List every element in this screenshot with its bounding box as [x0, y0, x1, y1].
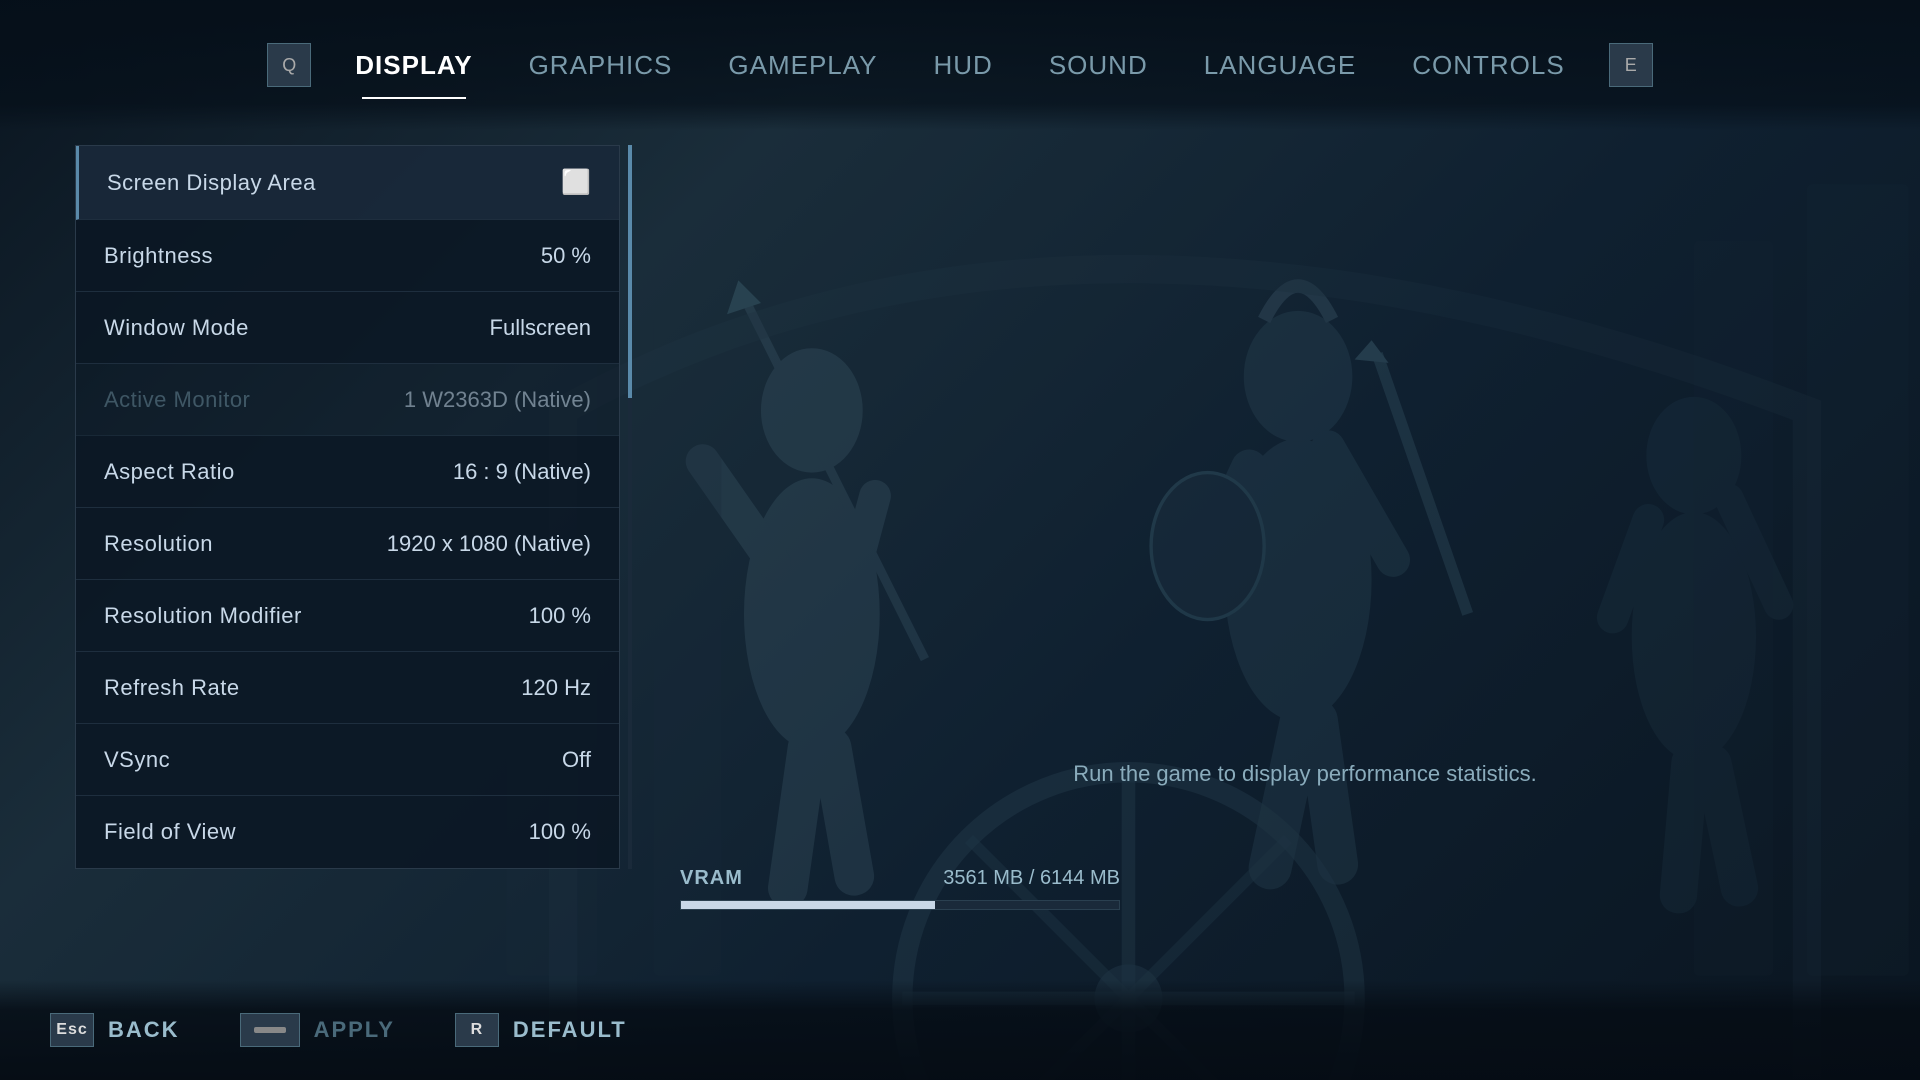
- default-button[interactable]: R DEFAULT: [455, 1013, 627, 1047]
- vram-header: VRAM 3561 MB / 6144 MB: [680, 867, 1120, 890]
- scrollbar-track[interactable]: [628, 145, 632, 869]
- setting-resolution-modifier[interactable]: Resolution Modifier 100 %: [76, 580, 619, 652]
- tab-hud[interactable]: HUD: [906, 38, 1021, 93]
- top-navigation: Q Display Graphics Gameplay HUD Sound La…: [0, 0, 1920, 130]
- back-button[interactable]: Esc BACK: [50, 1013, 180, 1047]
- setting-active-monitor: Active Monitor 1 W2363D (Native): [76, 364, 619, 436]
- back-key: Esc: [50, 1013, 94, 1047]
- default-key: R: [455, 1013, 499, 1047]
- tab-graphics[interactable]: Graphics: [501, 38, 701, 93]
- display-area-icon: ⬜: [561, 168, 591, 197]
- back-label: BACK: [108, 1017, 180, 1043]
- settings-list: Screen Display Area ⬜ Brightness 50 % Wi…: [75, 145, 620, 869]
- vram-bar-track: [680, 900, 1120, 910]
- setting-aspect-ratio[interactable]: Aspect Ratio 16 : 9 (Native): [76, 436, 619, 508]
- tab-display[interactable]: Display: [327, 38, 500, 93]
- tab-language[interactable]: Language: [1176, 38, 1385, 93]
- scrollbar-thumb: [628, 145, 632, 398]
- vram-value: 3561 MB / 6144 MB: [943, 867, 1120, 890]
- vram-container: VRAM 3561 MB / 6144 MB: [680, 867, 1120, 910]
- apply-label: APPLY: [314, 1017, 395, 1043]
- vram-bar-fill: [681, 901, 935, 909]
- setting-brightness[interactable]: Brightness 50 %: [76, 220, 619, 292]
- tab-gameplay[interactable]: Gameplay: [700, 38, 905, 93]
- setting-resolution[interactable]: Resolution 1920 x 1080 (Native): [76, 508, 619, 580]
- apply-key: [240, 1013, 300, 1047]
- tab-controls[interactable]: Controls: [1384, 38, 1592, 93]
- setting-field-of-view[interactable]: Field of View 100 %: [76, 796, 619, 868]
- nav-left-bracket[interactable]: Q: [267, 43, 311, 87]
- right-panel: Run the game to display performance stat…: [650, 145, 1880, 980]
- tab-sound[interactable]: Sound: [1021, 38, 1176, 93]
- apply-button[interactable]: APPLY: [240, 1013, 395, 1047]
- nav-right-bracket[interactable]: E: [1609, 43, 1653, 87]
- setting-vsync[interactable]: VSync Off: [76, 724, 619, 796]
- bottom-bar: Esc BACK APPLY R DEFAULT: [0, 980, 1920, 1080]
- settings-panel: Screen Display Area ⬜ Brightness 50 % Wi…: [75, 145, 620, 869]
- default-label: DEFAULT: [513, 1017, 627, 1043]
- vram-label: VRAM: [680, 867, 743, 890]
- setting-screen-display-area[interactable]: Screen Display Area ⬜: [76, 146, 619, 220]
- setting-window-mode[interactable]: Window Mode Fullscreen: [76, 292, 619, 364]
- performance-stats-text: Run the game to display performance stat…: [1073, 761, 1536, 787]
- setting-refresh-rate[interactable]: Refresh Rate 120 Hz: [76, 652, 619, 724]
